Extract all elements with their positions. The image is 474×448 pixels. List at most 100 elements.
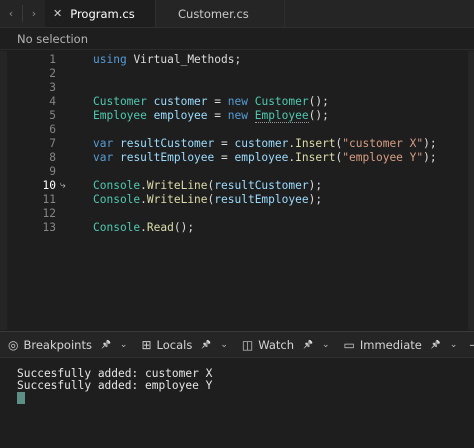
- code-token: new: [227, 95, 248, 108]
- line-source: Console.WriteLine(resultEmployee);: [93, 193, 322, 207]
- line-number[interactable]: 13: [20, 221, 56, 235]
- code-line[interactable]: 7 var resultCustomer = customer.Insert("c…: [0, 137, 468, 151]
- chevron-down-icon[interactable]: ⌄: [450, 340, 458, 350]
- line-number[interactable]: 5: [20, 109, 56, 123]
- nav-back-button[interactable]: ‹: [0, 0, 22, 27]
- editor-tab-bar: ‹ › ✕ Program.cs Customer.cs: [0, 0, 474, 28]
- code-token: "employee Y": [342, 151, 424, 164]
- panel-tab-watch[interactable]: ◫ Watch 📌 ⌄: [234, 332, 336, 357]
- code-line[interactable]: 11 Console.WriteLine(resultEmployee);: [0, 193, 468, 207]
- code-token: Console: [93, 179, 141, 192]
- code-line[interactable]: 4 Customer customer = new Customer();: [0, 95, 468, 109]
- line-number[interactable]: 10: [20, 179, 56, 193]
- chevron-down-icon[interactable]: ⌄: [120, 340, 128, 350]
- code-token: .: [140, 193, 147, 206]
- ide-window: ‹ › ✕ Program.cs Customer.cs No selectio…: [0, 0, 474, 448]
- line-source: Employee employee = new Employee();: [93, 109, 329, 123]
- code-editor[interactable]: 1 using Virtual_Methods; 2 3 4 Customer custo…: [0, 51, 474, 330]
- code-line[interactable]: 3: [0, 81, 468, 95]
- panel-tab-locals[interactable]: ⊞ Locals 📌 ⌄: [133, 332, 233, 357]
- line-number[interactable]: 9: [20, 165, 56, 179]
- code-token: .: [140, 221, 147, 234]
- panel-tab-label: Immediate: [359, 337, 422, 352]
- code-token: Insert: [295, 137, 336, 150]
- code-token: );: [423, 151, 437, 164]
- code-token: resultEmployee: [214, 193, 309, 206]
- debug-panel-tabs: ◎ Breakpoints 📌 ⌄ ⊞ Locals 📌 ⌄ ◫ Watch 📌 ⌄ ▭ Immediat…: [0, 331, 474, 358]
- line-number[interactable]: 11: [20, 193, 56, 207]
- code-token: ();: [308, 109, 329, 122]
- tab-customer-cs[interactable]: Customer.cs: [155, 0, 285, 27]
- line-number[interactable]: 1: [20, 53, 56, 67]
- line-source: var resultEmployee = employee.Insert("em…: [93, 151, 437, 165]
- pin-icon[interactable]: 📌: [431, 340, 441, 349]
- panel-tab-breakpoints[interactable]: ◎ Breakpoints 📌 ⌄: [0, 332, 133, 357]
- code-line[interactable]: 1 using Virtual_Methods;: [0, 53, 468, 67]
- code-token: Console: [93, 193, 141, 206]
- line-number[interactable]: 4: [20, 95, 56, 109]
- locals-icon: ⊞: [141, 337, 152, 352]
- panel-tab-label: Locals: [156, 337, 193, 352]
- close-icon[interactable]: ✕: [53, 7, 62, 20]
- code-token: .: [140, 179, 147, 192]
- code-token: );: [308, 193, 323, 206]
- code-line[interactable]: 10 ⤷ Console.WriteLine(resultCustomer);: [0, 179, 468, 193]
- code-token: Employee: [254, 109, 309, 123]
- code-token: );: [423, 137, 437, 150]
- line-source: Console.WriteLine(resultCustomer);: [93, 179, 322, 193]
- code-token: resultEmployee: [119, 151, 215, 164]
- code-token: Customer: [93, 95, 147, 108]
- immediate-icon: ▭: [343, 337, 355, 352]
- code-token: WriteLine: [146, 179, 208, 192]
- code-token: =: [207, 109, 228, 122]
- more-panels-icon[interactable]: ⊸: [469, 338, 474, 352]
- console-output[interactable]: Succesfully added: customer X Succesfully…: [0, 359, 474, 448]
- line-number[interactable]: 7: [20, 137, 56, 151]
- nav-forward-button[interactable]: ›: [23, 0, 45, 27]
- panel-tab-immediate[interactable]: ▭ Immediate 📌 ⌄: [336, 332, 464, 357]
- code-token: WriteLine: [146, 193, 208, 206]
- line-number[interactable]: 6: [20, 123, 56, 137]
- pin-icon[interactable]: 📌: [303, 340, 313, 349]
- pin-icon[interactable]: 📌: [101, 340, 111, 349]
- editor-scrollbar[interactable]: [468, 51, 474, 330]
- code-token: Virtual_Methods: [133, 53, 235, 66]
- code-token: =: [214, 151, 235, 164]
- code-line[interactable]: 13 Console.Read();: [0, 221, 468, 235]
- line-number[interactable]: 12: [20, 207, 56, 221]
- code-token: new: [227, 109, 248, 122]
- line-source: using Virtual_Methods;: [93, 53, 241, 67]
- code-line[interactable]: 6: [0, 123, 468, 137]
- code-token: Console: [93, 221, 141, 234]
- pin-icon[interactable]: 📌: [201, 340, 211, 349]
- watch-icon: ◫: [241, 337, 254, 352]
- code-token: Customer: [254, 95, 309, 108]
- code-token: Read: [146, 221, 174, 234]
- code-line[interactable]: 8 var resultEmployee = employee.Insert("e…: [0, 151, 468, 165]
- line-number[interactable]: 3: [20, 81, 56, 95]
- code-token: =: [214, 137, 235, 150]
- code-line[interactable]: 12: [0, 207, 468, 221]
- line-source: var resultCustomer = customer.Insert("cu…: [93, 137, 437, 151]
- code-line[interactable]: 2: [0, 67, 468, 81]
- chevron-down-icon[interactable]: ⌄: [322, 340, 330, 350]
- line-source: Console.Read();: [93, 221, 194, 235]
- code-token: ;: [234, 53, 242, 66]
- code-line[interactable]: 9: [0, 165, 468, 179]
- line-number[interactable]: 8: [20, 151, 56, 165]
- code-token: ();: [308, 95, 329, 108]
- line-source: Customer customer = new Customer();: [93, 95, 329, 109]
- code-token: customer: [234, 137, 289, 150]
- chevron-down-icon[interactable]: ⌄: [220, 340, 228, 350]
- code-line[interactable]: 5 Employee employee = new Employee();: [0, 109, 468, 123]
- chevron-left-icon: ‹: [8, 7, 14, 20]
- chevron-right-icon: ›: [31, 7, 37, 20]
- tab-program-cs[interactable]: ✕ Program.cs: [45, 0, 155, 27]
- line-number[interactable]: 2: [20, 67, 56, 81]
